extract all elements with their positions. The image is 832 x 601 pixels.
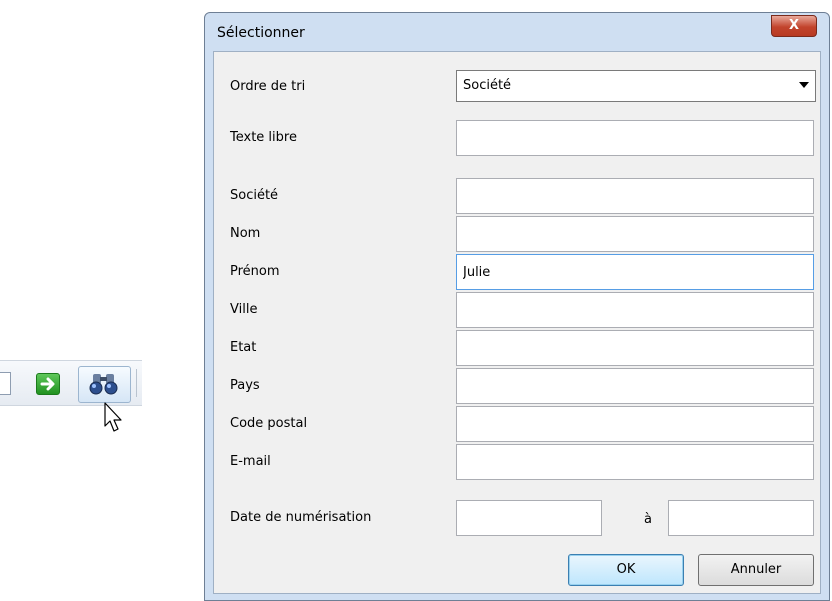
state-input[interactable] <box>456 330 814 366</box>
cancel-button[interactable]: Annuler <box>698 554 814 586</box>
email-input[interactable] <box>456 444 814 480</box>
dialog-titlebar[interactable]: Sélectionner X <box>205 13 829 50</box>
scan-date-label: Date de numérisation <box>230 510 372 525</box>
toolbar <box>0 360 142 406</box>
scan-date-to-input[interactable] <box>668 500 814 536</box>
last-name-label: Nom <box>230 226 261 241</box>
mouse-cursor-icon <box>104 402 122 432</box>
city-input[interactable] <box>456 292 814 328</box>
state-label: Etat <box>230 340 257 355</box>
arrow-right-icon <box>40 377 55 391</box>
binoculars-icon <box>89 374 118 395</box>
close-icon: X <box>788 18 800 33</box>
sort-order-value: Société <box>463 78 512 93</box>
country-input[interactable] <box>456 368 814 404</box>
dialog-body: Ordre de tri Société Texte libre Société… <box>213 51 821 594</box>
sort-order-select[interactable]: Société <box>456 70 816 102</box>
chevron-down-icon <box>799 82 809 88</box>
toolbar-separator <box>136 369 137 397</box>
ok-button[interactable]: OK <box>568 554 684 586</box>
select-dialog: Sélectionner X Ordre de tri Société Text… <box>204 12 830 601</box>
toolbar-search-field[interactable] <box>0 372 11 395</box>
sort-order-label: Ordre de tri <box>230 79 306 94</box>
first-name-input[interactable] <box>456 254 814 290</box>
free-text-input[interactable] <box>456 120 814 156</box>
close-button[interactable]: X <box>771 15 817 37</box>
postal-code-label: Code postal <box>230 416 308 431</box>
scan-date-separator: à <box>644 512 652 527</box>
city-label: Ville <box>230 302 258 317</box>
dialog-title: Sélectionner <box>217 25 305 41</box>
company-input[interactable] <box>456 178 814 214</box>
first-name-label: Prénom <box>230 264 280 279</box>
country-label: Pays <box>230 378 260 393</box>
company-label: Société <box>230 188 279 203</box>
go-button[interactable] <box>36 373 60 395</box>
scan-date-from-input[interactable] <box>456 500 602 536</box>
email-label: E-mail <box>230 454 271 469</box>
postal-code-input[interactable] <box>456 406 814 442</box>
free-text-label: Texte libre <box>230 130 297 145</box>
find-button[interactable] <box>78 366 131 403</box>
last-name-input[interactable] <box>456 216 814 252</box>
